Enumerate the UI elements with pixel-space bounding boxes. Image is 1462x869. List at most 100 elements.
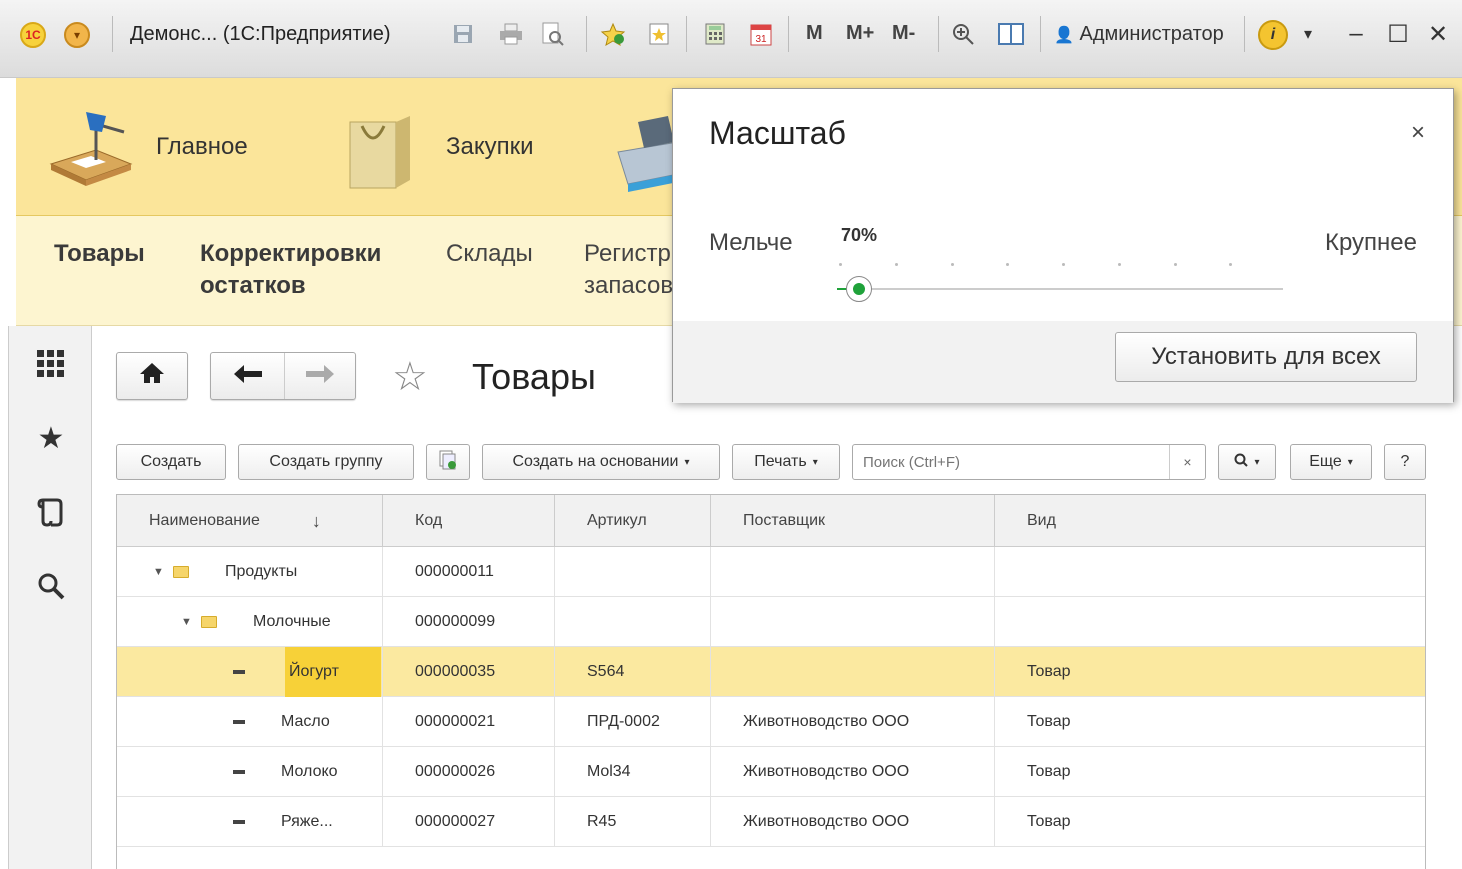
create-based-on-button[interactable]: Создать на основании ▾ [482,444,720,480]
forward-button[interactable] [285,353,355,399]
cell-code: 000000099 [383,597,555,647]
zoom-slider-track[interactable] [837,288,1283,290]
zoom-tick [1173,263,1177,266]
folder-icon [173,566,189,578]
window-title: Демонс... (1С:Предприятие) [130,23,391,45]
user-name[interactable]: 👤 Администратор [1054,23,1224,46]
column-header-code[interactable]: Код [383,495,555,547]
table-row[interactable]: ▼ Продукты 000000011 [117,547,1425,597]
chevron-down-icon: ▾ [812,456,818,468]
favorites-icon[interactable]: ★ [31,418,71,458]
search-options-button[interactable]: ▾ [1218,444,1276,480]
search-input[interactable] [861,452,1161,472]
column-header-name-label: Наименование [149,512,260,529]
search-icon[interactable] [31,566,71,606]
table-header: Наименование ↓ Код Артикул Поставщик Вид [117,495,1425,547]
nav-link-adjustments[interactable]: Корректировки остатков [200,238,381,302]
memory-plus-button[interactable]: M+ [846,22,874,45]
cell-article [555,597,711,647]
copy-button[interactable] [426,444,470,480]
column-header-article[interactable]: Артикул [555,495,711,547]
nav-link-stock-register[interactable]: Регистр запасов [584,238,673,302]
search-field[interactable]: × [852,444,1206,480]
history-nav [210,352,356,400]
nav-link-adjustments-line2: остатков [200,272,306,299]
memory-m-button[interactable]: M [806,22,823,45]
panels-icon[interactable] [998,20,1024,48]
magnifier-icon [1234,453,1249,472]
expand-arrow-icon[interactable]: ▼ [153,566,164,578]
column-header-supplier[interactable]: Поставщик [711,495,995,547]
table-row[interactable]: Масло 000000021 ПРД-0002 Животноводство … [117,697,1425,747]
cell-kind [995,547,1425,597]
main-menu-button[interactable]: ▾ [64,22,90,48]
zoom-icon[interactable] [950,20,976,48]
goods-table: Наименование ↓ Код Артикул Поставщик Вид… [116,494,1426,869]
zoom-tick [1062,263,1065,266]
column-header-name[interactable]: Наименование ↓ [117,495,383,547]
favorites-add-icon[interactable] [600,20,626,48]
help-button[interactable]: ? [1384,444,1426,480]
create-group-button[interactable]: Создать группу [238,444,414,480]
cell-article: S564 [555,647,711,697]
item-marker-icon [233,820,245,824]
zoom-value: 70% [841,225,878,245]
column-header-kind[interactable]: Вид [995,495,1425,547]
close-icon[interactable]: × [1411,119,1425,147]
nav-link-warehouses[interactable]: Склады [446,238,533,270]
cell-name: Масло [117,697,383,747]
home-icon [139,362,165,391]
cell-supplier: Животноводство ООО [711,797,995,847]
chevron-down-icon[interactable]: ▾ [1290,16,1326,52]
separator [1040,16,1041,52]
cell-kind: Товар [1027,763,1071,780]
preview-icon[interactable] [540,20,566,48]
cell-kind [995,597,1425,647]
set-for-all-button[interactable]: Установить для всех [1115,332,1417,382]
print-button[interactable]: Печать ▾ [732,444,840,480]
table-row[interactable]: Ряже... 000000027 R45 Животноводство ООО… [117,797,1425,847]
back-button[interactable] [211,353,285,399]
separator [938,16,939,52]
section-purchases-label: Закупки [446,133,534,160]
calculator-icon[interactable] [702,20,728,48]
create-button[interactable]: Создать [116,444,226,480]
folder-icon [201,616,217,628]
info-icon[interactable]: i [1258,20,1288,50]
favorite-star-icon[interactable]: ☆ [392,354,428,400]
section-main[interactable]: Главное [46,78,248,216]
more-button[interactable]: Еще ▾ [1290,444,1372,480]
print-icon[interactable] [498,20,524,48]
zoom-larger-label: Крупнее [1324,229,1417,256]
cell-name: ▼ Молочные [117,597,383,647]
expand-arrow-icon[interactable]: ▼ [181,616,192,628]
bookmark-icon[interactable] [646,20,672,48]
clear-search-icon[interactable]: × [1169,445,1205,479]
home-button[interactable] [116,352,188,400]
section-purchases[interactable]: Закупки [336,78,534,216]
save-icon[interactable] [450,20,476,48]
all-functions-icon[interactable] [31,344,71,384]
memory-minus-button[interactable]: M- [892,22,915,45]
nav-link-goods[interactable]: Товары [54,238,145,270]
sort-arrow-icon: ↓ [311,510,321,531]
1c-logo-icon[interactable]: 1C [20,22,46,48]
row-name: Йогурт [285,647,381,697]
table-row-partial[interactable] [117,847,1425,869]
title-bar: 1C ▾ Демонс... (1С:Предприятие) 31 M M+ … [0,0,1462,78]
item-marker-icon [233,770,245,774]
arrow-right-icon [306,362,334,390]
minimize-button[interactable]: – [1338,16,1374,52]
calendar-icon[interactable]: 31 [748,20,774,48]
table-row[interactable]: ▼ Молочные 000000099 [117,597,1425,647]
item-marker-icon [233,720,245,724]
zoom-slider-handle[interactable] [846,276,873,302]
table-row[interactable]: Молоко 000000026 Mol34 Животноводство ОО… [117,747,1425,797]
table-row-selected[interactable]: Йогурт 000000035 S564 Товар [117,647,1425,697]
close-window-button[interactable]: ✕ [1420,16,1456,52]
row-name: Ряже... [281,813,333,830]
history-icon[interactable] [31,492,71,532]
separator [586,16,587,52]
cell-name: Молоко [117,747,383,797]
maximize-button[interactable]: ☐ [1380,16,1416,52]
